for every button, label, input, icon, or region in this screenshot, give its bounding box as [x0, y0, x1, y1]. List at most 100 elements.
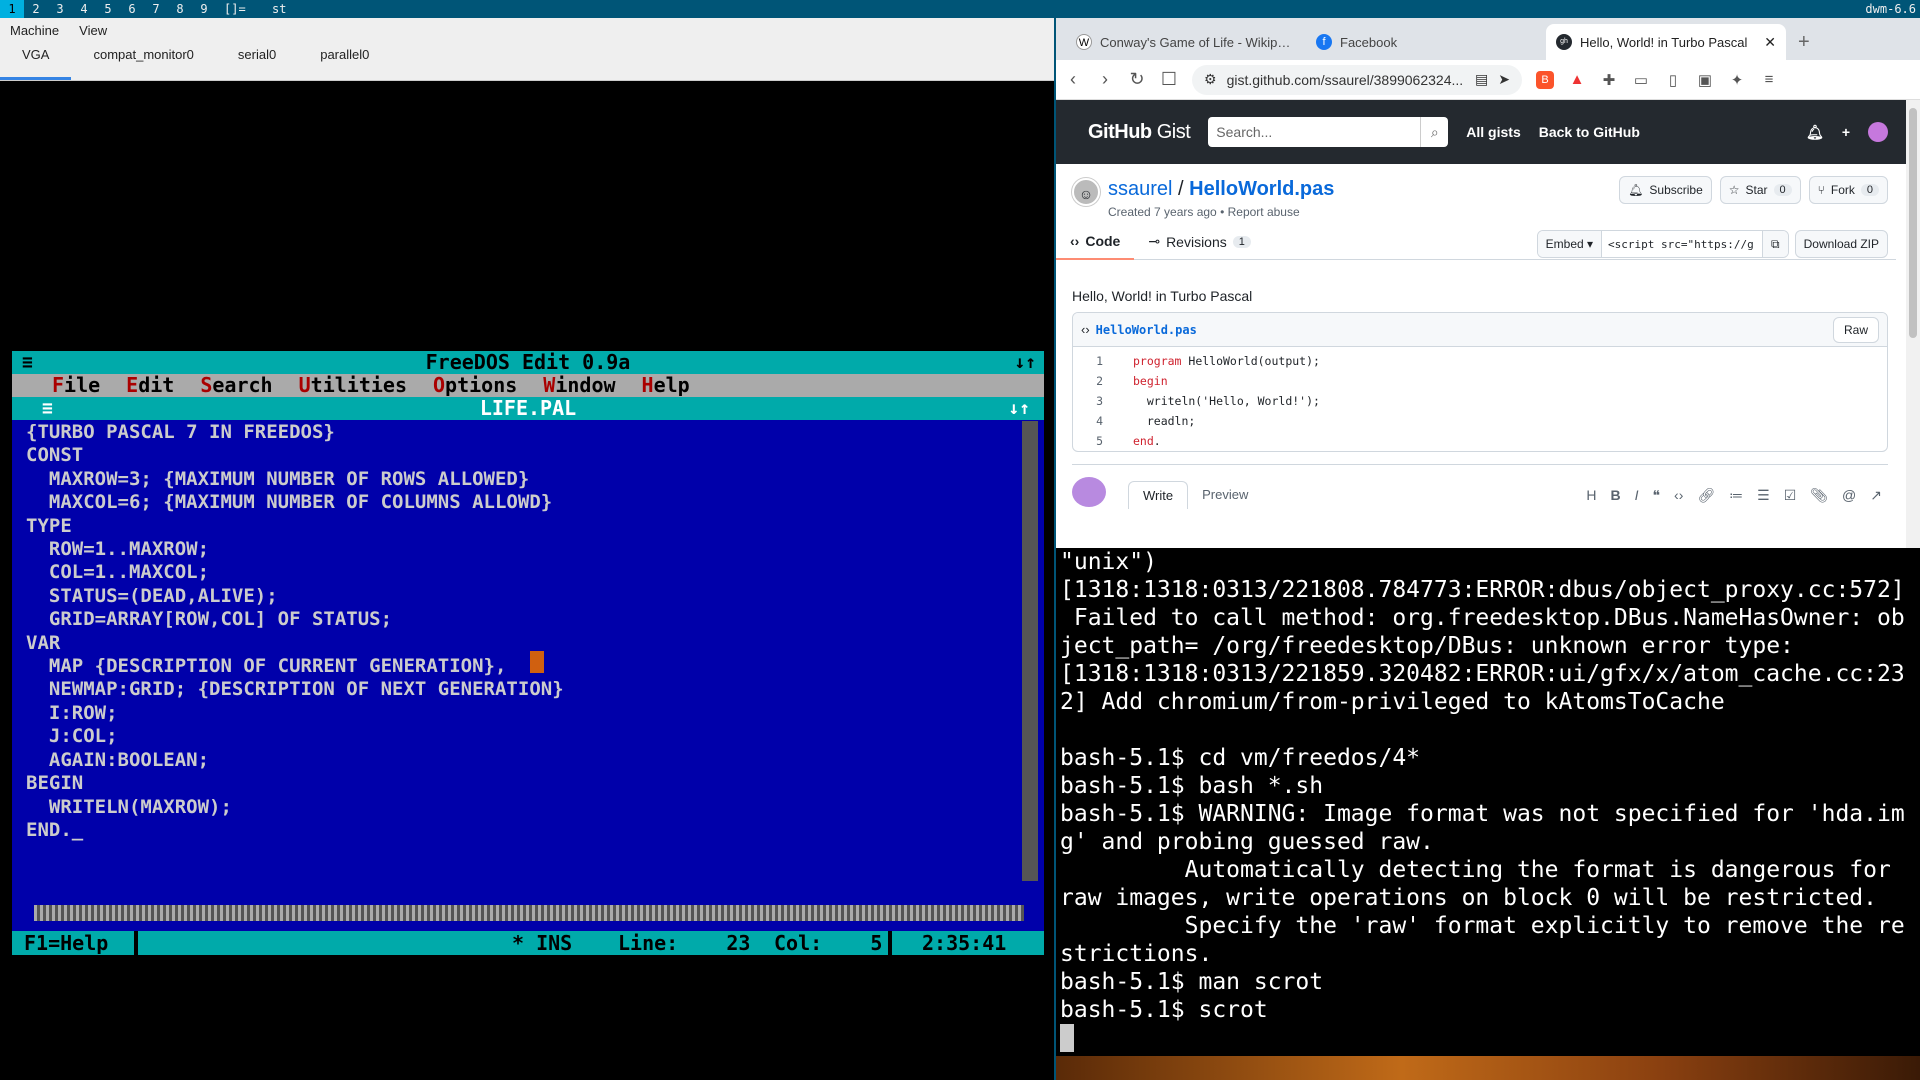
- heading-icon[interactable]: H: [1586, 487, 1596, 504]
- italic-icon[interactable]: I: [1635, 487, 1639, 504]
- vertical-scrollbar[interactable]: [1022, 421, 1038, 881]
- bell-icon[interactable]: 🔔︎: [1806, 124, 1824, 141]
- subscribe-button[interactable]: 🔔︎ Subscribe: [1619, 176, 1712, 204]
- brave-shields-icon[interactable]: B: [1536, 70, 1554, 89]
- tag-4[interactable]: 4: [72, 0, 96, 18]
- fork-button[interactable]: ⑂ Fork 0: [1808, 176, 1888, 204]
- embed-code-input[interactable]: <script src="https://g: [1602, 231, 1762, 257]
- close-tab-icon[interactable]: ✕: [1764, 34, 1776, 51]
- menu-window[interactable]: Window: [543, 374, 615, 397]
- file-name-link[interactable]: HelloWorld.pas: [1096, 323, 1197, 337]
- leo-icon[interactable]: ✦: [1728, 71, 1746, 89]
- line-number[interactable]: 2: [1073, 374, 1113, 388]
- github-gist-logo[interactable]: GitHub Gist: [1088, 121, 1191, 144]
- browser-tab-wikipedia[interactable]: W Conway's Game of Life - Wikipedia: [1066, 24, 1306, 60]
- gist-search[interactable]: Search... ⌕: [1208, 117, 1449, 147]
- copy-icon[interactable]: ⧉: [1762, 231, 1788, 257]
- bookmark-icon[interactable]: ☐: [1160, 69, 1178, 90]
- task-list-icon[interactable]: ☑: [1784, 487, 1797, 504]
- link-icon[interactable]: 🔗︎: [1697, 487, 1715, 504]
- owner-avatar[interactable]: ☺: [1072, 178, 1100, 206]
- browser-scrollbar[interactable]: [1906, 100, 1920, 548]
- resize-icon[interactable]: ↓↑: [1014, 351, 1036, 374]
- terminal-st[interactable]: "unix") [1318:1318:0313/221808.784773:ERR…: [1056, 548, 1920, 1056]
- tab-code[interactable]: ‹› Code: [1056, 224, 1135, 260]
- extensions-icon[interactable]: ✚: [1600, 71, 1618, 89]
- line-number[interactable]: 3: [1073, 394, 1113, 408]
- tab-vga[interactable]: VGA: [0, 42, 72, 80]
- write-tab[interactable]: Write: [1128, 481, 1189, 509]
- star-button[interactable]: ☆ Star 0: [1719, 176, 1801, 204]
- tag-8[interactable]: 8: [168, 0, 192, 18]
- tag-1[interactable]: 1: [0, 0, 24, 18]
- mention-icon[interactable]: @: [1842, 487, 1856, 504]
- line-number[interactable]: 1: [1073, 354, 1113, 368]
- doc-menu-icon[interactable]: ≡: [42, 397, 53, 420]
- site-info-icon[interactable]: ⚙: [1204, 71, 1217, 88]
- browser-tab-facebook[interactable]: f Facebook: [1306, 24, 1546, 60]
- tab-compat-monitor[interactable]: compat_monitor0: [71, 42, 215, 80]
- search-icon[interactable]: ⌕: [1420, 117, 1448, 147]
- new-tab-icon[interactable]: +: [1786, 31, 1822, 60]
- tag-7[interactable]: 7: [144, 0, 168, 18]
- reload-icon[interactable]: ↻: [1128, 69, 1146, 90]
- cast-icon[interactable]: ▭: [1632, 71, 1650, 89]
- all-gists-link[interactable]: All gists: [1466, 124, 1520, 140]
- line-number[interactable]: 5: [1073, 434, 1113, 448]
- tag-3[interactable]: 3: [48, 0, 72, 18]
- menu-utilities[interactable]: Utilities: [299, 374, 407, 397]
- share-icon[interactable]: ➤: [1498, 71, 1510, 88]
- vga-display[interactable]: ≡ FreeDOS Edit 0.9a ↓↑ File Edit Search …: [0, 81, 1056, 1080]
- code-icon[interactable]: ‹›: [1674, 487, 1683, 504]
- desktop: 1 2 3 4 5 6 7 8 9 []= st dwm-6.6 Machine…: [0, 0, 1920, 1080]
- gist-file-link[interactable]: HelloWorld.pas: [1189, 178, 1334, 200]
- tab-parallel[interactable]: parallel0: [298, 42, 391, 80]
- reference-icon[interactable]: ↗: [1870, 487, 1882, 504]
- user-avatar[interactable]: [1868, 122, 1888, 142]
- horizontal-scrollbar[interactable]: [34, 905, 1024, 921]
- wallet-icon[interactable]: ▣: [1696, 71, 1714, 89]
- tab-revisions[interactable]: ⊸ Revisions 1: [1134, 224, 1265, 260]
- tag-9[interactable]: 9: [192, 0, 216, 18]
- editor-text-area[interactable]: {TURBO PASCAL 7 IN FREEDOS} CONST MAXROW=…: [26, 421, 1026, 861]
- unordered-list-icon[interactable]: ☰: [1757, 487, 1770, 504]
- owner-link[interactable]: ssaurel: [1108, 178, 1172, 200]
- search-input[interactable]: Search...: [1208, 124, 1420, 140]
- browser-tab-gist[interactable]: gh Hello, World! in Turbo Pascal ✕: [1546, 24, 1786, 60]
- scroll-thumb[interactable]: [1909, 108, 1917, 338]
- brave-rewards-icon[interactable]: ▲: [1568, 71, 1586, 89]
- sidebar-icon[interactable]: ▯: [1664, 71, 1682, 89]
- raw-button[interactable]: Raw: [1832, 316, 1879, 343]
- tab-serial[interactable]: serial0: [216, 42, 298, 80]
- reader-icon[interactable]: ▤: [1475, 71, 1488, 88]
- forward-icon[interactable]: ›: [1096, 69, 1114, 90]
- menu-icon[interactable]: ≡: [1760, 71, 1778, 89]
- tag-2[interactable]: 2: [24, 0, 48, 18]
- url-text[interactable]: gist.github.com/ssaurel/3899062324...: [1227, 72, 1465, 88]
- menu-file[interactable]: File: [52, 374, 100, 397]
- menu-machine[interactable]: Machine: [0, 23, 69, 38]
- line-number[interactable]: 4: [1073, 414, 1113, 428]
- menu-help[interactable]: Help: [642, 374, 690, 397]
- preview-tab[interactable]: Preview: [1188, 481, 1262, 509]
- menu-search[interactable]: Search: [200, 374, 272, 397]
- layout-symbol[interactable]: []=: [224, 0, 264, 18]
- menu-options[interactable]: Options: [433, 374, 517, 397]
- address-bar[interactable]: ⚙ gist.github.com/ssaurel/3899062324... …: [1192, 64, 1522, 95]
- quote-icon[interactable]: ❝: [1652, 487, 1660, 504]
- tag-6[interactable]: 6: [120, 0, 144, 18]
- doc-resize-icon[interactable]: ↓↑: [1008, 397, 1030, 420]
- help-hint[interactable]: F1=Help: [24, 931, 108, 955]
- attach-icon[interactable]: 📎︎: [1810, 487, 1828, 504]
- back-to-github-link[interactable]: Back to GitHub: [1539, 124, 1640, 140]
- embed-select[interactable]: Embed ▾: [1537, 231, 1603, 257]
- plus-icon[interactable]: +: [1842, 124, 1850, 140]
- menu-view[interactable]: View: [69, 23, 117, 38]
- download-zip-button[interactable]: Download ZIP: [1794, 230, 1888, 258]
- back-icon[interactable]: ‹: [1064, 69, 1082, 90]
- bold-icon[interactable]: B: [1610, 487, 1620, 504]
- system-menu-icon[interactable]: ≡: [22, 351, 33, 374]
- ordered-list-icon[interactable]: ≔: [1729, 487, 1743, 504]
- tag-5[interactable]: 5: [96, 0, 120, 18]
- menu-edit[interactable]: Edit: [126, 374, 174, 397]
